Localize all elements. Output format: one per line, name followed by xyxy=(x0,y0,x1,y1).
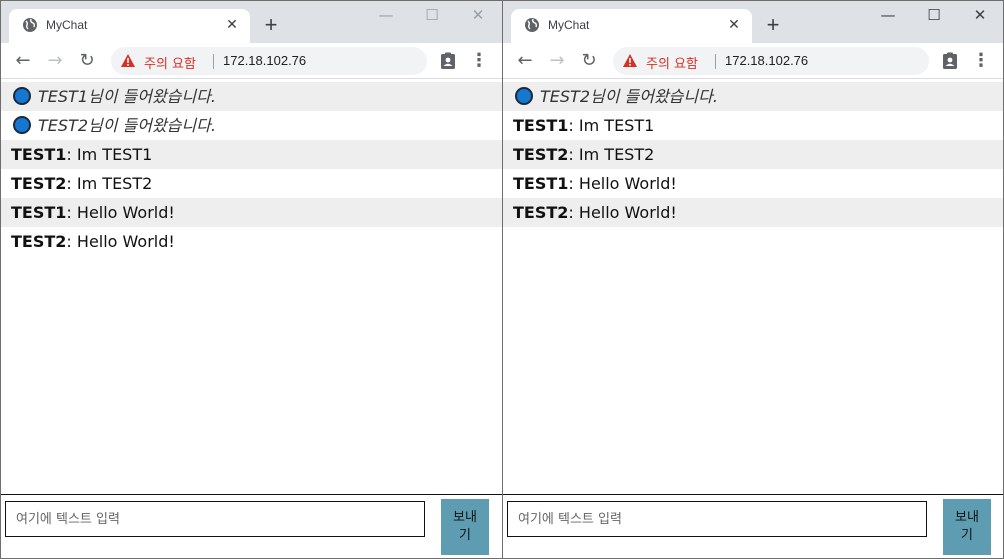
warning-triangle-icon xyxy=(623,54,637,67)
message-sender: TEST1 xyxy=(513,174,569,193)
chat-page: TEST1님이 들어왔습니다. TEST2님이 들어왔습니다. TEST1: I… xyxy=(1,80,502,558)
message-text: Im TEST2 xyxy=(76,174,153,193)
browser-window-right: MyChat ✕ + — ☐ ✕ ← → ↻ 주의 요함 172.18.102.… xyxy=(502,0,1004,559)
message-sender: TEST2 xyxy=(513,145,569,164)
tab-title: MyChat xyxy=(46,18,88,32)
browser-tab[interactable]: MyChat ✕ xyxy=(511,9,752,43)
message-text: Hello World! xyxy=(76,203,175,222)
plus-icon[interactable]: + xyxy=(259,14,283,38)
chat-message: TEST2: Im TEST2 xyxy=(503,140,1003,169)
url-text[interactable]: 172.18.102.76 xyxy=(223,53,306,68)
message-composer: 보내기 xyxy=(503,494,1003,558)
arrow-right-icon[interactable]: → xyxy=(545,49,569,73)
message-text: Hello World! xyxy=(578,203,677,222)
system-message: TEST1님이 들어왔습니다. xyxy=(1,82,502,111)
maximize-icon[interactable]: ☐ xyxy=(911,1,957,31)
system-message-text: TEST2님이 들어왔습니다. xyxy=(540,87,718,106)
system-message: TEST2님이 들어왔습니다. xyxy=(503,82,1003,111)
reload-icon[interactable]: ↻ xyxy=(75,49,99,73)
message-list: TEST1님이 들어왔습니다. TEST2님이 들어왔습니다. TEST1: I… xyxy=(1,82,502,256)
browser-toolbar: ← → ↻ 주의 요함 172.18.102.76 ⋮ xyxy=(1,43,502,79)
arrow-left-icon[interactable]: ← xyxy=(11,49,35,73)
message-input[interactable] xyxy=(5,501,425,537)
maximize-icon[interactable]: ☐ xyxy=(409,1,455,31)
tab-title: MyChat xyxy=(548,18,590,32)
close-icon[interactable]: ✕ xyxy=(222,15,242,35)
system-message-text: TEST2님이 들어왔습니다. xyxy=(38,116,216,135)
title-bar: MyChat ✕ + — ☐ ✕ xyxy=(503,1,1003,43)
title-bar: MyChat ✕ + — ☐ ✕ xyxy=(1,1,502,43)
browser-window-left: MyChat ✕ + — ☐ ✕ ← → ↻ 주의 요함 172.18.102.… xyxy=(0,0,503,559)
browser-toolbar: ← → ↻ 주의 요함 172.18.102.76 ⋮ xyxy=(503,43,1003,79)
minimize-icon[interactable]: — xyxy=(363,1,409,31)
message-sender: TEST1 xyxy=(11,203,67,222)
status-dot-icon xyxy=(13,87,31,105)
arrow-left-icon[interactable]: ← xyxy=(513,49,537,73)
message-text: Im TEST2 xyxy=(578,145,655,164)
chat-message: TEST2: Hello World! xyxy=(11,232,175,251)
address-bar[interactable]: 주의 요함 172.18.102.76 xyxy=(613,47,929,75)
chat-page: TEST2님이 들어왔습니다. TEST1: Im TEST1 TEST2: I… xyxy=(503,80,1003,558)
browser-tab[interactable]: MyChat ✕ xyxy=(9,9,250,43)
reload-icon[interactable]: ↻ xyxy=(577,49,601,73)
message-composer: 보내기 xyxy=(1,494,502,558)
close-window-icon[interactable]: ✕ xyxy=(455,1,501,31)
message-text: Hello World! xyxy=(76,232,175,251)
send-button[interactable]: 보내기 xyxy=(441,499,489,555)
chat-message: TEST1: Im TEST1 xyxy=(1,140,502,169)
system-message: TEST2님이 들어왔습니다. xyxy=(1,111,502,140)
clipboard-account-icon[interactable] xyxy=(941,52,959,70)
omnibox-divider xyxy=(213,54,214,69)
chat-message: TEST2: Im TEST2 xyxy=(11,174,153,193)
chat-message: TEST1: Hello World! xyxy=(513,174,677,193)
security-label[interactable]: 주의 요함 xyxy=(144,53,196,72)
close-window-icon[interactable]: ✕ xyxy=(957,1,1003,31)
omnibox-divider xyxy=(715,54,716,69)
message-sender: TEST2 xyxy=(513,203,569,222)
send-button[interactable]: 보내기 xyxy=(943,499,991,555)
warning-triangle-icon xyxy=(121,54,135,67)
globe-icon xyxy=(525,18,539,32)
chat-message: TEST1: Im TEST1 xyxy=(513,116,655,135)
minimize-icon[interactable]: — xyxy=(865,1,911,31)
message-sender: TEST1 xyxy=(11,145,67,164)
clipboard-account-icon[interactable] xyxy=(439,52,457,70)
arrow-right-icon[interactable]: → xyxy=(43,49,67,73)
message-text: Hello World! xyxy=(578,174,677,193)
security-label[interactable]: 주의 요함 xyxy=(646,53,698,72)
url-text[interactable]: 172.18.102.76 xyxy=(725,53,808,68)
message-text: Im TEST1 xyxy=(578,116,655,135)
message-text: Im TEST1 xyxy=(76,145,153,164)
message-input[interactable] xyxy=(507,501,927,537)
address-bar[interactable]: 주의 요함 172.18.102.76 xyxy=(111,47,427,75)
plus-icon[interactable]: + xyxy=(761,14,785,38)
kebab-menu-icon[interactable]: ⋮ xyxy=(467,49,491,73)
globe-icon xyxy=(23,18,37,32)
status-dot-icon xyxy=(515,87,533,105)
status-dot-icon xyxy=(13,116,31,134)
chat-message: TEST1: Hello World! xyxy=(1,198,502,227)
message-list: TEST2님이 들어왔습니다. TEST1: Im TEST1 TEST2: I… xyxy=(503,82,1003,227)
kebab-menu-icon[interactable]: ⋮ xyxy=(969,49,993,73)
chat-message: TEST2: Hello World! xyxy=(503,198,1003,227)
message-sender: TEST2 xyxy=(11,174,67,193)
message-sender: TEST1 xyxy=(513,116,569,135)
system-message-text: TEST1님이 들어왔습니다. xyxy=(38,87,216,106)
close-icon[interactable]: ✕ xyxy=(724,15,744,35)
message-sender: TEST2 xyxy=(11,232,67,251)
